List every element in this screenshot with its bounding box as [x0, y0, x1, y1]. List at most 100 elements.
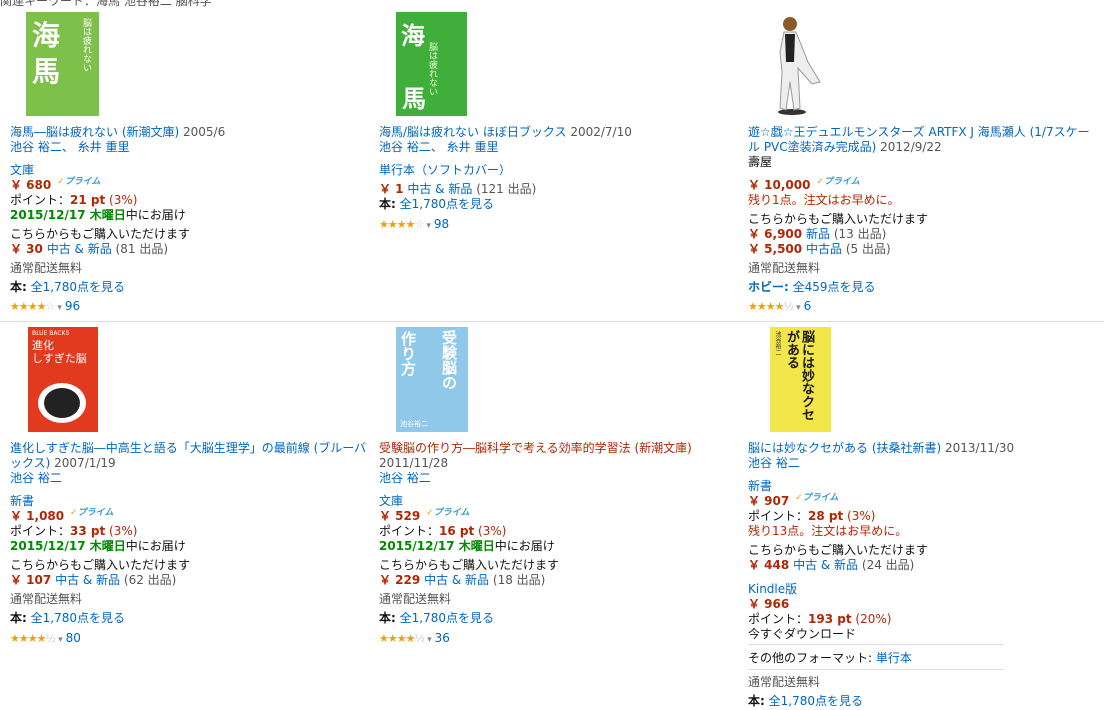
review-count[interactable]: 36	[435, 631, 450, 645]
cover-author: 池谷裕二	[774, 331, 781, 355]
rating-line: ★★★★☆ ▾ 96	[10, 299, 80, 316]
price-line: ￥ 907 ✓プライム	[748, 494, 838, 509]
see-all-link[interactable]: 全1,780点を見る	[769, 694, 863, 708]
product-card: 進化しすぎた脳―中高生と語る「大脳生理学」の最前線 (ブルーバ ックス) 200…	[10, 441, 370, 651]
product-card: 海馬/脳は疲れない ほぼ日ブックス 2002/7/10 池谷 裕二、 糸井 重里…	[379, 125, 729, 235]
product-card: 受験脳の作り方―脳科学で考える効率的学習法 (新潮文庫) 2011/11/28 …	[379, 441, 739, 651]
review-count[interactable]: 98	[434, 217, 449, 231]
star-rating-icon[interactable]: ★★★★½	[10, 632, 56, 645]
cover-title: 受験脳の	[440, 330, 458, 390]
other-sellers-label: こちらからもご購入いただけます	[379, 558, 560, 572]
price[interactable]: ￥ 907	[748, 494, 789, 508]
price-line: ￥ 10,000 ✓プライム	[748, 178, 860, 193]
price-line: ￥ 680 ✓プライム	[10, 178, 100, 193]
price[interactable]: ￥ 1	[379, 182, 404, 196]
stock-warning: 残り13点。注文はお早めに。	[748, 524, 908, 538]
product-image[interactable]: 海 脳は疲れない 馬	[396, 12, 467, 116]
star-rating-icon[interactable]: ★★★★☆	[10, 300, 55, 313]
price[interactable]: ￥ 529	[379, 509, 420, 523]
review-count[interactable]: 80	[66, 631, 81, 645]
product-title[interactable]: 脳には妙なクセがある (扶桑社新書)	[748, 441, 941, 455]
product-title[interactable]: 進化しすぎた脳―中高生と語る「大脳生理学」の最前線 (ブルーバ	[10, 441, 366, 455]
format-link[interactable]: 文庫	[379, 494, 403, 509]
price[interactable]: ￥ 680	[10, 178, 51, 192]
brain-illustration-icon	[38, 383, 86, 423]
row-divider	[0, 321, 1104, 322]
used-new-link[interactable]: 中古 & 新品	[407, 182, 472, 196]
figure-icon	[778, 17, 821, 115]
review-count[interactable]: 6	[804, 299, 812, 313]
points-line: ポイント：33 pt (3%)	[10, 524, 138, 538]
author[interactable]: 池谷 裕二、 糸井 重里	[10, 140, 129, 155]
other-format-link[interactable]: 単行本	[876, 651, 912, 665]
cover-title: 海 馬	[32, 19, 61, 88]
star-rating-icon[interactable]: ★★★★☆	[379, 218, 424, 231]
points-line: ポイント：28 pt (3%)	[748, 509, 876, 523]
used-new-link[interactable]: 中古 & 新品	[793, 558, 858, 572]
prime-badge: ✓プライム	[69, 508, 114, 518]
title-line-2: ックス) 2007/1/19	[10, 456, 116, 471]
shipping-info: 通常配送無料	[10, 592, 83, 606]
used-new-link[interactable]: 中古 & 新品	[47, 242, 112, 256]
chevron-down-icon[interactable]: ▾	[427, 635, 432, 645]
see-all-link[interactable]: 全1,780点を見る	[400, 197, 494, 211]
see-all-link[interactable]: 全1,780点を見る	[400, 611, 494, 625]
product-image[interactable]: 脳は疲れない 海 馬	[26, 12, 99, 116]
format-link[interactable]: 新書	[10, 494, 34, 509]
product-title-cont[interactable]: ル PVC塗装済み完成品)	[748, 140, 876, 154]
format-link[interactable]: 単行本（ソフトカバー）	[379, 163, 511, 178]
product-image[interactable]: 池谷裕二 脳には妙なクセがある	[770, 327, 831, 432]
title-line: 脳には妙なクセがある (扶桑社新書) 2013/11/30	[748, 441, 1014, 456]
used-new-link[interactable]: 中古 & 新品	[55, 573, 120, 587]
other-sellers-label: こちらからもご購入いただけます	[10, 227, 191, 241]
product-title[interactable]: 海馬―脳は疲れない (新潮文庫)	[10, 125, 179, 139]
chevron-down-icon[interactable]: ▾	[57, 303, 62, 313]
format-link[interactable]: 文庫	[10, 163, 34, 178]
release-date: 2011/11/28	[379, 456, 449, 470]
author[interactable]: 池谷 裕二、 糸井 重里	[379, 140, 498, 155]
top-fragment: 関連キーワード：海馬 池谷裕二 脳科学	[0, 0, 212, 8]
used-new-link[interactable]: 中古 & 新品	[424, 573, 489, 587]
see-all-line: 本: 全1,780点を見る	[10, 280, 125, 294]
product-image[interactable]: BLUE BACKS 進化 しすぎた脳	[28, 327, 98, 432]
product-title[interactable]: 海馬/脳は疲れない ほぼ日ブックス	[379, 125, 567, 139]
see-all-link[interactable]: 全459点を見る	[793, 280, 876, 294]
chevron-down-icon[interactable]: ▾	[796, 303, 801, 313]
product-image[interactable]: 受験脳の 作り方 池谷裕二	[396, 327, 468, 432]
title-line-2: ル PVC塗装済み完成品) 2012/9/22	[748, 140, 942, 155]
new-offers-line: ￥ 6,900 新品 (13 出品)	[748, 227, 887, 241]
prime-badge: ✓プライム	[57, 177, 101, 187]
chevron-down-icon[interactable]: ▾	[58, 635, 63, 645]
cover-series: BLUE BACKS	[32, 330, 70, 337]
review-count[interactable]: 96	[65, 299, 80, 313]
see-all-link[interactable]: 全1,780点を見る	[31, 611, 125, 625]
product-card: 脳には妙なクセがある (扶桑社新書) 2013/11/30 池谷 裕二 新書 ￥…	[748, 441, 1104, 710]
product-title[interactable]: 受験脳の作り方―脳科学で考える効率的学習法 (新潮文庫)	[379, 441, 692, 455]
product-title-cont[interactable]: ックス)	[10, 456, 50, 470]
star-rating-icon[interactable]: ★★★★½	[379, 632, 425, 645]
release-date: 2002/7/10	[570, 125, 632, 139]
kindle-price[interactable]: ￥ 966	[748, 597, 789, 612]
product-title[interactable]: 遊☆戯☆王デュエルモンスターズ ARTFX J 海馬瀬人 (1/7スケー	[748, 125, 1090, 139]
format-link[interactable]: 新書	[748, 479, 772, 494]
other-formats-line: その他のフォーマット: 単行本	[748, 651, 912, 665]
author[interactable]: 池谷 裕二	[10, 471, 62, 486]
see-all-link[interactable]: 全1,780点を見る	[31, 280, 125, 294]
author[interactable]: 池谷 裕二	[379, 471, 431, 486]
new-link[interactable]: 新品	[806, 227, 830, 241]
delivery-date: 2015/12/17 木曜日	[10, 539, 126, 553]
product-card: 海馬―脳は疲れない (新潮文庫) 2005/6 池谷 裕二、 糸井 重里 文庫 …	[10, 125, 360, 320]
used-link[interactable]: 中古品	[806, 242, 842, 256]
price[interactable]: ￥ 1,080	[10, 509, 64, 523]
other-sellers-label: こちらからもご購入いただけます	[10, 558, 191, 572]
product-image[interactable]	[768, 12, 828, 116]
chevron-down-icon[interactable]: ▾	[426, 221, 431, 231]
kindle-format-link[interactable]: Kindle版	[748, 582, 797, 597]
star-rating-icon[interactable]: ★★★★½	[748, 300, 794, 313]
price[interactable]: ￥ 10,000	[748, 178, 811, 192]
see-all-line: ホビー: 全459点を見る	[748, 280, 876, 294]
delivery-date: 2015/12/17 木曜日	[10, 208, 126, 222]
title-line: 海馬―脳は疲れない (新潮文庫) 2005/6	[10, 125, 225, 140]
rating-line: ★★★★☆ ▾ 98	[379, 217, 449, 234]
author[interactable]: 池谷 裕二	[748, 456, 800, 471]
